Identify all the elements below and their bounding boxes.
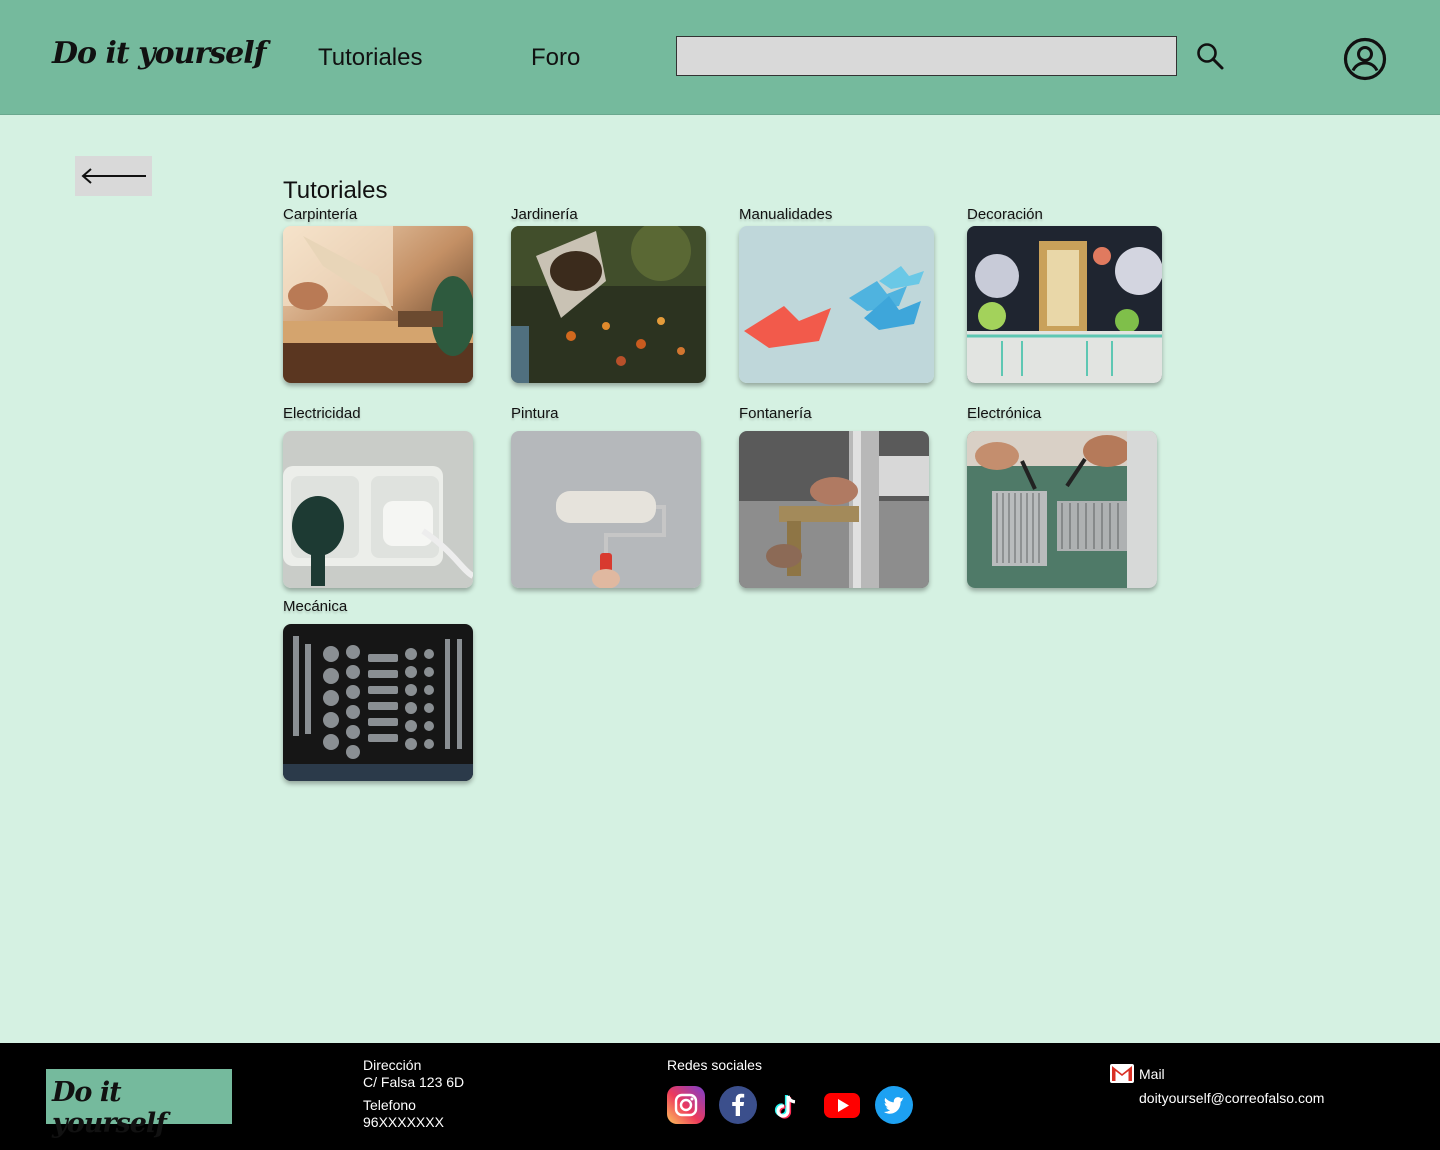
gardening-image xyxy=(511,226,706,383)
arrow-left-icon xyxy=(81,168,146,184)
top-navbar: Do it yourself Tutoriales Foro xyxy=(0,0,1440,115)
phone-label: Telefono xyxy=(363,1097,416,1113)
crafts-image xyxy=(739,226,934,383)
mail-icon xyxy=(1110,1064,1134,1083)
back-button[interactable] xyxy=(75,156,152,196)
category-label: Carpintería xyxy=(283,206,358,223)
site-logo[interactable]: Do it yourself xyxy=(52,36,267,71)
search-button[interactable] xyxy=(1194,40,1228,74)
search-input[interactable] xyxy=(676,36,1177,76)
plumbing-image xyxy=(739,431,929,588)
facebook-icon[interactable] xyxy=(719,1086,757,1124)
page-title: Tutoriales xyxy=(283,177,388,204)
footer-logo-text: Do it yourself xyxy=(52,1077,167,1139)
footer-logo[interactable]: Do it yourself xyxy=(46,1069,232,1139)
category-label: Decoración xyxy=(967,206,1043,223)
instagram-icon[interactable] xyxy=(667,1086,705,1124)
user-account-button[interactable] xyxy=(1341,35,1389,83)
category-label: Manualidades xyxy=(739,206,833,223)
category-label: Jardinería xyxy=(511,206,578,223)
carpentry-image xyxy=(283,226,473,383)
category-label: Pintura xyxy=(511,405,559,422)
page-footer: Do it yourself Dirección C/ Falsa 123 6D… xyxy=(0,1043,1440,1150)
painting-image xyxy=(511,431,701,588)
user-avatar-icon xyxy=(1343,37,1387,81)
category-label: Electrónica xyxy=(967,405,1042,422)
electricity-image xyxy=(283,431,473,588)
twitter-icon[interactable] xyxy=(875,1086,913,1124)
nav-foro-link[interactable]: Foro xyxy=(531,44,580,72)
mechanics-image xyxy=(283,624,473,781)
electronics-image xyxy=(967,431,1157,588)
search-icon xyxy=(1197,43,1224,70)
decoration-image xyxy=(967,226,1162,383)
address-label: Dirección xyxy=(363,1057,422,1073)
category-label: Electricidad xyxy=(283,405,361,422)
category-label: Mecánica xyxy=(283,598,348,615)
category-label: Fontanería xyxy=(739,405,812,422)
mail-label: Mail xyxy=(1139,1066,1165,1082)
mail-address-link[interactable]: doityourself@correofalso.com xyxy=(1139,1090,1324,1106)
social-label: Redes sociales xyxy=(667,1057,762,1073)
phone-value: 96XXXXXXX xyxy=(363,1114,444,1130)
youtube-icon[interactable] xyxy=(823,1086,861,1124)
tiktok-icon[interactable] xyxy=(771,1086,809,1124)
address-value: C/ Falsa 123 6D xyxy=(363,1074,465,1090)
nav-tutoriales-link[interactable]: Tutoriales xyxy=(318,44,422,72)
